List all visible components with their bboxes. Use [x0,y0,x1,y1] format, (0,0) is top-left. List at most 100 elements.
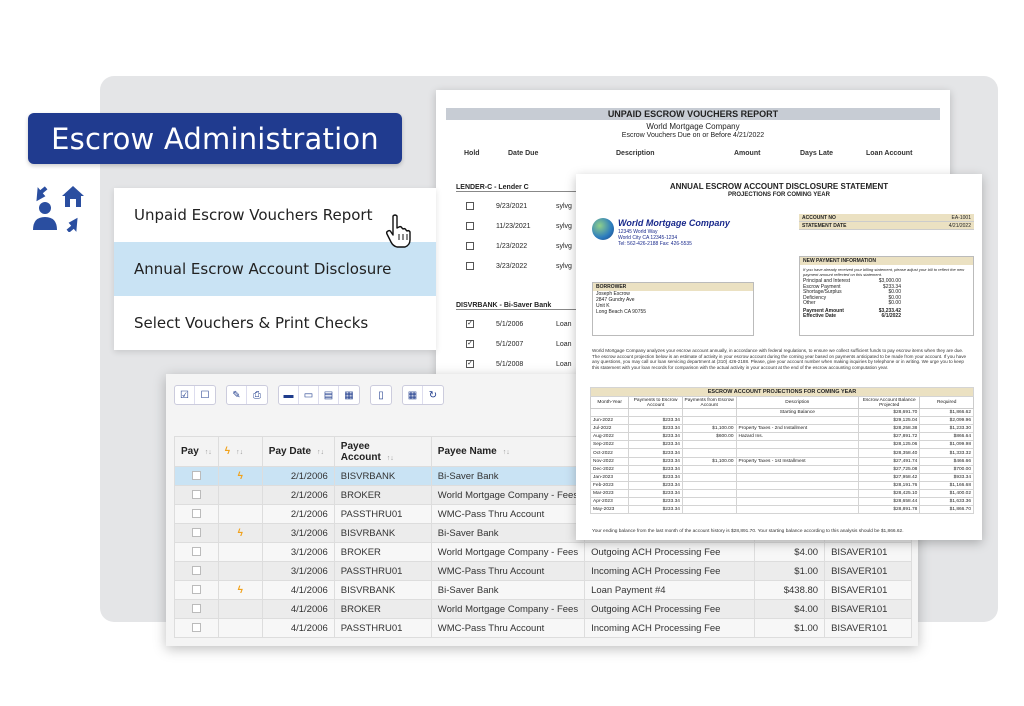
uncheck-all-icon[interactable]: ☐ [195,386,215,404]
col-pay-date[interactable]: Pay Date ↑↓ [261,436,335,467]
bolt-icon: ϟ [237,527,243,539]
row-account: PASSTHRU01 [333,618,432,638]
row-amount: $4.00 [754,542,826,562]
col-pay[interactable]: Pay ↑↓ [174,436,219,467]
stage: UNPAID ESCROW VOUCHERS REPORT World Mort… [0,0,1024,706]
id-card-icon[interactable]: ▤ [319,386,339,404]
pay-checkbox[interactable] [191,528,201,538]
edit-icon[interactable]: ✎ [227,386,247,404]
card-icon[interactable]: ▬ [279,386,299,404]
unchecked-checkbox[interactable] [466,222,474,230]
table-row[interactable]: ϟ 4/1/2006 BISVRBANK Bi-Saver Bank Loan Paym… [174,580,912,600]
ending-balance-note: Your ending balance from the last month … [592,529,904,534]
unchecked-checkbox[interactable] [466,262,474,270]
col-loan-account: Loan Account [866,150,913,157]
row-date: 3/1/2006 [261,523,335,543]
row-cell[interactable] [174,618,219,638]
row-desc: Incoming ACH Processing Fee [584,618,756,638]
pay-checkbox[interactable] [191,490,201,500]
pay-checkbox[interactable] [191,547,201,557]
report-date-due: 5/1/2006 [496,320,524,328]
table-row[interactable]: 3/1/2006 PASSTHRU01 WMC-Pass Thru Account I… [174,561,912,581]
row-name: World Mortgage Company - Fees [430,542,586,562]
row-cell[interactable] [217,504,263,524]
row-cell[interactable] [174,542,219,562]
checked-checkbox[interactable]: ✓ [466,360,474,368]
row-cell[interactable]: ϟ [217,523,263,543]
table-row[interactable]: 4/1/2006 PASSTHRU01 WMC-Pass Thru Account I… [174,618,912,638]
row-cell[interactable] [217,561,263,581]
pay-checkbox[interactable] [191,623,201,633]
row-account: BROKER [333,542,432,562]
projections-table: ESCROW ACCOUNT PROJECTIONS FOR COMING YE… [589,387,974,515]
row-cell[interactable] [174,466,219,486]
pay-checkbox[interactable] [191,585,201,595]
page-title: Escrow Administration [28,113,402,164]
col-hold: Hold [464,150,480,157]
col-payee-name[interactable]: Payee Name ↑↓ [430,436,586,467]
row-cell[interactable]: ϟ [217,466,263,486]
print-icon[interactable]: ⎙ [247,386,267,404]
row-amount: $1.00 [754,618,826,638]
checked-checkbox[interactable]: ✓ [466,320,474,328]
unchecked-checkbox[interactable] [466,202,474,210]
pay-checkbox[interactable] [191,604,201,614]
projection-header: Payments to Escrow Account [628,396,683,409]
menu-item-annual-disclosure[interactable]: Annual Escrow Account Disclosure [114,242,436,296]
row-desc: Outgoing ACH Processing Fee [584,542,756,562]
pay-checkbox[interactable] [191,471,201,481]
projection-row: Oct-2022 $233.34 $28,358.40 $1,333.32 [589,448,974,458]
row-loan: BISAVER101 [824,580,912,600]
new-payment-info: NEW PAYMENT INFORMATION If you have alre… [799,256,974,336]
report-title: UNPAID ESCROW VOUCHERS REPORT [446,108,940,120]
row-cell[interactable]: ϟ [217,580,263,600]
table-row[interactable]: 3/1/2006 BROKER World Mortgage Company - F… [174,542,912,562]
report-desc: sylvg [556,222,572,230]
col-description: Description [616,150,655,157]
row-cell[interactable] [174,580,219,600]
card-alt-icon[interactable]: ▭ [299,386,319,404]
refresh-icon[interactable]: ↻ [423,386,443,404]
col-flag[interactable]: ϟ ↑↓ [217,436,263,467]
unchecked-checkbox[interactable] [466,242,474,250]
company-name: World Mortgage Company [618,218,730,228]
bolt-icon: ϟ [237,584,243,596]
col-payee-account[interactable]: Payee Account ↑↓ [333,436,432,467]
check-all-icon[interactable]: ☑ [175,386,195,404]
table-row[interactable]: 4/1/2006 BROKER World Mortgage Company - F… [174,599,912,619]
projection-row: Feb-2023 $233.34 $28,191.76 $1,166.68 [589,480,974,490]
col-days-late: Days Late [800,150,834,157]
document-icon[interactable]: ▯ [371,386,391,404]
row-cell[interactable] [217,485,263,505]
report-row: ✓ 5/1/2007 Loan [466,340,572,348]
pay-checkbox[interactable] [191,509,201,519]
projection-row: Mar-2023 $233.34 $28,425.10 $1,400.02 [589,488,974,499]
row-cell[interactable] [174,523,219,543]
row-cell[interactable] [174,599,219,619]
row-cell[interactable] [174,504,219,524]
row-amount: $1.00 [754,561,826,581]
disclosure-paragraph: World Mortgage Company analyzes your esc… [592,348,967,370]
row-loan: BISAVER101 [824,561,912,581]
row-account: PASSTHRU01 [333,561,432,581]
credit-card-icon[interactable]: ▦ [339,386,359,404]
row-cell[interactable] [217,618,263,638]
row-cell[interactable] [174,485,219,505]
row-name: Bi-Saver Bank [430,580,586,600]
row-cell[interactable] [217,542,263,562]
row-account: BISVRBANK [333,523,432,543]
report-row: 11/23/2021 sylvg [466,222,572,230]
row-loan: BISAVER101 [824,599,912,619]
grid-view-icon[interactable]: ▦ [403,386,423,404]
checked-checkbox[interactable]: ✓ [466,340,474,348]
row-cell[interactable] [174,561,219,581]
pay-checkbox[interactable] [191,566,201,576]
row-account: BROKER [333,599,432,619]
report-date-due: 5/1/2007 [496,340,524,348]
projection-row: Nov-2022 $233.34 $1,100.00 Property Taxes -… [589,456,974,466]
row-name: Bi-Saver Bank [430,466,586,486]
menu-item-print-checks[interactable]: Select Vouchers & Print Checks [114,296,436,350]
row-account: BISVRBANK [333,466,432,486]
globe-logo-icon [592,218,614,240]
row-cell[interactable] [217,599,263,619]
